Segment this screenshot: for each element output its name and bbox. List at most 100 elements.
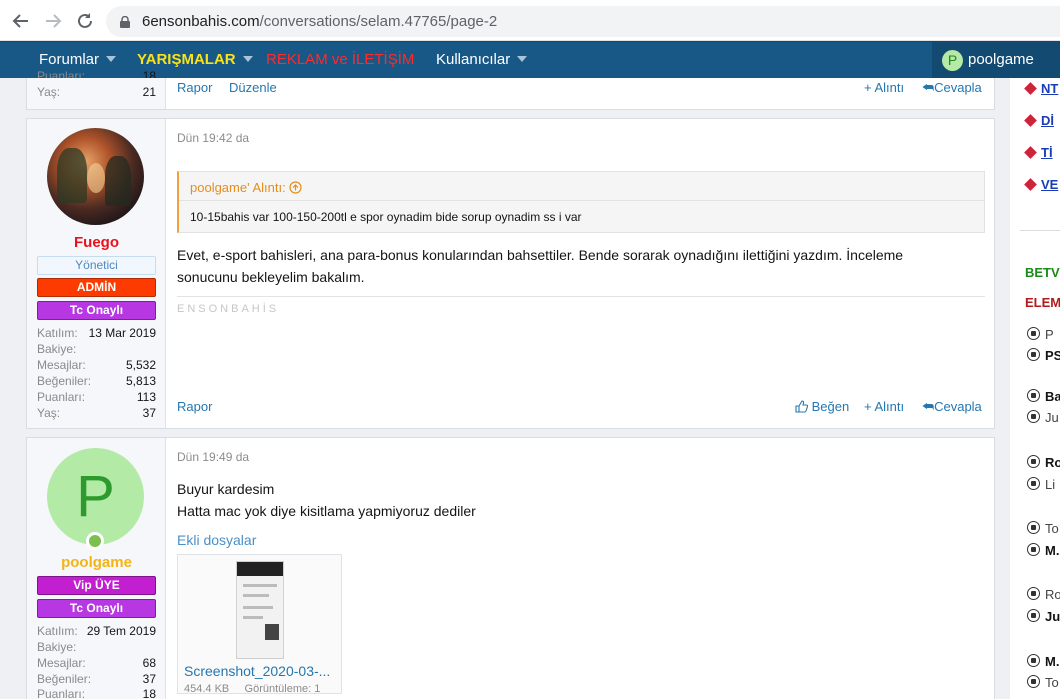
arrow-up-circle-icon[interactable] [289,180,302,195]
soccer-ball-icon [1027,675,1040,688]
post-fuego: Fuego Yönetici ADMİN Tc Onaylı Katılım: 1… [26,118,995,429]
signature: ENSONBAHİS [177,303,280,315]
reply-icon: ⮪ [922,399,935,414]
nav-username: poolgame [968,51,1034,68]
reply-icon: ⮪ [922,80,935,95]
divider [1020,230,1060,231]
reply-link[interactable]: ⮪Cevapla [922,80,982,96]
post-poolgame: P poolgame Vip ÜYE Tc Onaylı Katılım: 29 … [26,437,995,699]
stat-bakiye: Bakiye: [37,640,77,654]
quote-block: poolgame' Alıntı: 10-15bahis var 100-150… [177,171,985,233]
url-text: 6ensonbahis.com/conversations/selam.4776… [142,13,498,30]
nav-kullanicilar[interactable]: Kullanıcılar [436,51,528,68]
attachment-meta: 454.4 KB Görüntüleme: 1 [184,683,321,694]
soccer-ball-icon [1027,327,1040,340]
team-name: Li [1045,477,1056,492]
report-link[interactable]: Rapor [177,80,212,95]
lock-icon [120,15,130,28]
sidebar-link[interactable]: Dİ [1041,113,1054,128]
reply-link[interactable]: ⮪Cevapla [922,399,982,415]
diamond-icon [1024,114,1037,127]
post-previous: Puanları: 18 Yaş: 21 Rapor Düzenle + Alınt… [26,69,995,110]
soccer-ball-icon [1027,477,1040,490]
avatar[interactable]: P [47,448,144,545]
screenshot-image [236,561,284,659]
nav-forumlar[interactable]: Forumlar [39,51,117,68]
avatar: P [942,50,963,71]
badge-tc-onayli: Tc Onaylı [37,301,156,320]
stat-bakiye: Bakiye: [37,342,77,356]
team-name: P [1045,327,1054,342]
reload-icon[interactable] [72,8,98,34]
team-name: M. [1045,654,1060,669]
quote-link[interactable]: + Alıntı [864,399,904,414]
attachment-name[interactable]: Screenshot_2020-03-... [184,663,330,679]
quote-text: 10-15bahis var 100-150-200tl e spor oyna… [190,210,582,224]
diamond-icon [1024,178,1037,191]
post-user-panel: P poolgame Vip ÜYE Tc Onaylı Katılım: 29 … [27,438,166,699]
arrow-right-icon[interactable] [40,8,66,34]
team-name: Ju [1045,609,1060,624]
soccer-ball-icon [1027,521,1040,534]
caret-down-icon [242,56,253,62]
stat-mesajlar: Mesajlar: 68 [37,656,156,670]
quote-link[interactable]: + Alıntı [864,80,904,95]
address-bar[interactable]: 6ensonbahis.com/conversations/selam.4776… [106,6,1060,37]
stat-begeniler: Beğeniler: 37 [37,672,156,686]
team-name: Ju [1045,410,1059,425]
report-link[interactable]: Rapor [177,399,212,414]
diamond-icon [1024,146,1037,159]
nav-reklam[interactable]: REKLAM ve İLETİŞİM [266,51,414,68]
soccer-ball-icon [1027,654,1040,667]
divider [179,200,984,201]
soccer-ball-icon [1027,410,1040,423]
badge-admin: ADMİN [37,278,156,297]
sidebar-link[interactable]: NT [1041,81,1058,96]
caret-down-icon [517,56,528,62]
post-user-panel: Fuego Yönetici ADMİN Tc Onaylı Katılım: 1… [27,119,166,428]
sidebar-link[interactable]: Tİ [1041,145,1053,160]
nav-user-menu[interactable]: P poolgame [932,42,1060,78]
soccer-ball-icon [1027,389,1040,402]
right-sidebar: NT Dİ Tİ VE BETV ELEM P PS Ba Ju Ro Li T… [1010,78,1060,699]
avatar[interactable] [47,128,144,225]
stat-mesajlar: Mesajlar: 5,532 [37,358,156,372]
quote-header[interactable]: poolgame' Alıntı: [190,180,302,195]
sidebar-heading: BETV [1025,265,1060,280]
username[interactable]: poolgame [27,554,166,571]
arrow-left-icon[interactable] [8,8,34,34]
post-date[interactable]: Dün 19:49 da [177,450,249,464]
username[interactable]: Fuego [27,234,166,251]
edit-link[interactable]: Düzenle [229,80,277,95]
site-nav: Forumlar YARIŞMALAR REKLAM ve İLETİŞİM K… [0,41,1060,78]
attachment-thumbnail[interactable]: Screenshot_2020-03-... 454.4 KB Görüntül… [177,554,342,694]
soccer-ball-icon [1027,543,1040,556]
badge-tc-onayli: Tc Onaylı [37,599,156,618]
stat-puanlari: Puanları: 113 [37,390,156,404]
caret-down-icon [106,56,117,62]
badge-yonetici: Yönetici [37,256,156,275]
sidebar-heading: ELEM [1025,295,1060,310]
team-name: To [1045,675,1059,690]
post-date[interactable]: Dün 19:42 da [177,131,249,145]
post-user-panel: Puanları: 18 Yaş: 21 [27,69,166,109]
post-message: Buyur kardesim Hatta mac yok diye kisitl… [177,481,476,519]
thumbs-up-icon [795,399,809,414]
soccer-ball-icon [1027,348,1040,361]
browser-toolbar: 6ensonbahis.com/conversations/selam.4776… [0,0,1060,41]
badge-vip-uye: Vip ÜYE [37,576,156,595]
post-message: Evet, e-sport bahisleri, ana para-bonus … [177,247,904,285]
nav-yarismalar[interactable]: YARIŞMALAR [137,51,253,68]
soccer-ball-icon [1027,455,1040,468]
stat-katilim: Katılım: 29 Tem 2019 [37,624,156,638]
sidebar-link[interactable]: VE [1041,177,1058,192]
stat-yas: Yaş: 37 [37,406,156,420]
stat-puanlari: Puanları: 18 [37,69,156,78]
online-status-icon [86,532,104,550]
stat-katilim: Katılım: 13 Mar 2019 [37,326,156,340]
divider [177,296,985,297]
attachments-title: Ekli dosyalar [177,532,257,548]
team-name: Ba [1045,389,1060,404]
soccer-ball-icon [1027,609,1040,622]
like-link[interactable]: Beğen [795,399,849,414]
